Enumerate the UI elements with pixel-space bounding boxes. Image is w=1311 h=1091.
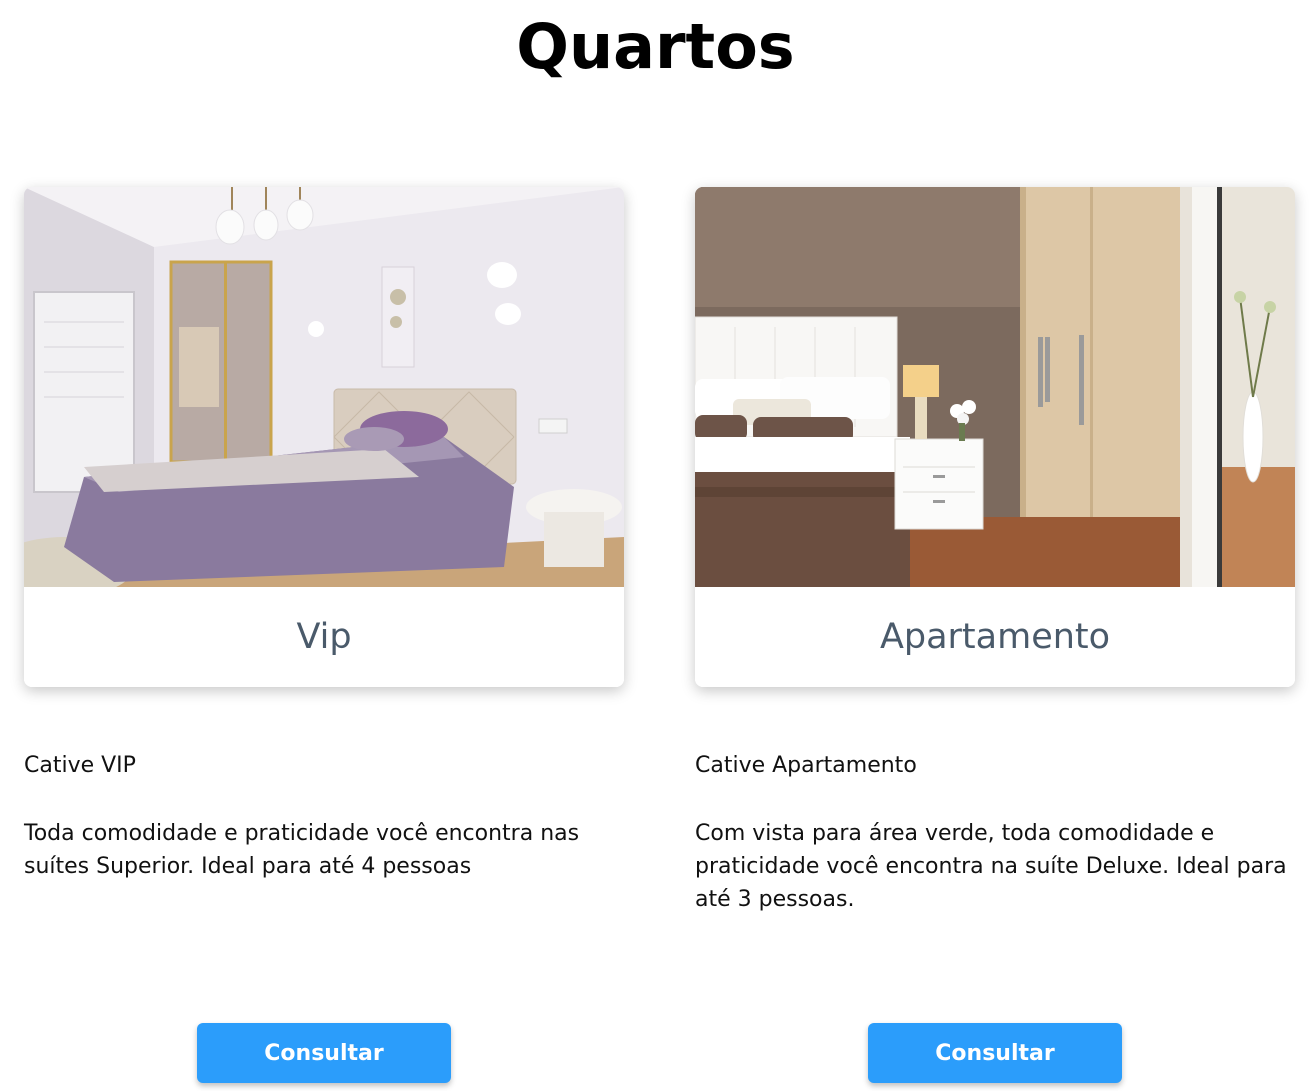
room-name-vip: Vip — [296, 617, 352, 657]
consult-button-vip[interactable]: Consultar — [197, 1023, 451, 1083]
room-subtitle-apartamento: Cative Apartamento — [695, 753, 917, 778]
room-apartamento: Apartamento Cative Apartamento Com vista… — [695, 187, 1295, 1083]
room-vip: Vip Cative VIP Toda comodidade e pratici… — [24, 187, 624, 1083]
room-description-vip: Toda comodidade e praticidade você encon… — [24, 821, 580, 879]
room-name-apartamento: Apartamento — [879, 617, 1111, 657]
room-photo-vip — [24, 187, 624, 587]
room-subtitle-vip: Cative VIP — [24, 753, 136, 778]
room-photo-apartamento — [695, 187, 1295, 587]
room-card-apartamento[interactable]: Apartamento — [695, 187, 1295, 687]
page-title: Quartos — [516, 10, 795, 83]
room-description-apartamento: Com vista para área verde, toda comodida… — [695, 821, 1287, 912]
consult-button-apartamento[interactable]: Consultar — [868, 1023, 1122, 1083]
room-card-vip[interactable]: Vip — [24, 187, 624, 687]
